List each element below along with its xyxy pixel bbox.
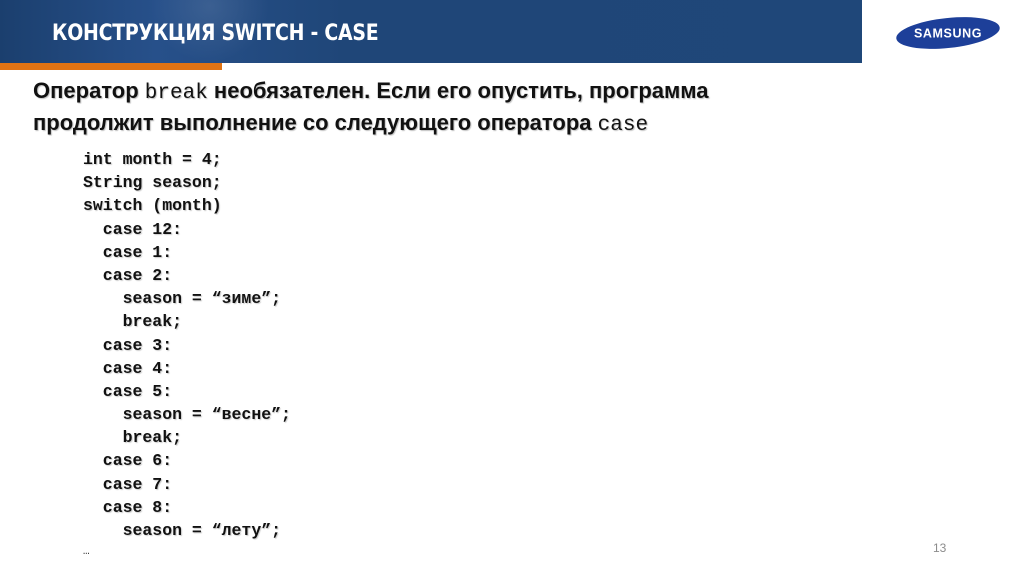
code-line: String season;: [83, 173, 222, 193]
inline-code-case: case: [597, 114, 649, 137]
samsung-logo: SAMSUNG: [896, 17, 1000, 49]
code-line: case 7:: [83, 474, 173, 494]
code-line: case 12:: [83, 219, 183, 239]
ellipsis: …: [83, 546, 90, 558]
intro-line-1: Оператор break необязателен. Если его оп…: [33, 76, 709, 108]
code-block: int month = 4; String season; switch (mont…: [83, 148, 291, 542]
page-number: 13: [933, 541, 947, 555]
code-line: season = “весне”;: [83, 405, 291, 425]
intro-text-part: Оператор: [33, 78, 145, 103]
logo-text: SAMSUNG: [914, 27, 982, 41]
accent-bar: [0, 63, 222, 70]
code-line: int month = 4;: [83, 150, 222, 169]
code-line: case 1:: [83, 242, 173, 262]
intro-line-2: продолжит выполнение со следующего опера…: [33, 108, 709, 140]
code-line: switch (month): [83, 196, 222, 216]
intro-text-part: необязателен. Если его опустить, програм…: [207, 78, 709, 103]
code-line: case 8:: [83, 497, 173, 517]
code-line: case 2:: [83, 265, 173, 285]
code-line: case 5:: [83, 381, 173, 401]
code-line: break;: [83, 312, 183, 332]
intro-text-part: продолжит выполнение со следующего опера…: [33, 110, 598, 135]
code-line: break;: [83, 428, 183, 448]
code-line: case 4:: [83, 358, 173, 378]
code-line: season = “лету”;: [83, 521, 282, 540]
intro-text: Оператор break необязателен. Если его оп…: [33, 76, 709, 140]
code-line: case 3:: [83, 335, 173, 355]
inline-code-break: break: [144, 82, 208, 105]
code-line: case 6:: [83, 451, 173, 471]
slide-title: КОНСТРУКЦИЯ SWITCH - CASE: [52, 21, 379, 46]
code-line: season = “зиме”;: [83, 289, 282, 309]
header-band: КОНСТРУКЦИЯ SWITCH - CASE: [0, 0, 862, 63]
